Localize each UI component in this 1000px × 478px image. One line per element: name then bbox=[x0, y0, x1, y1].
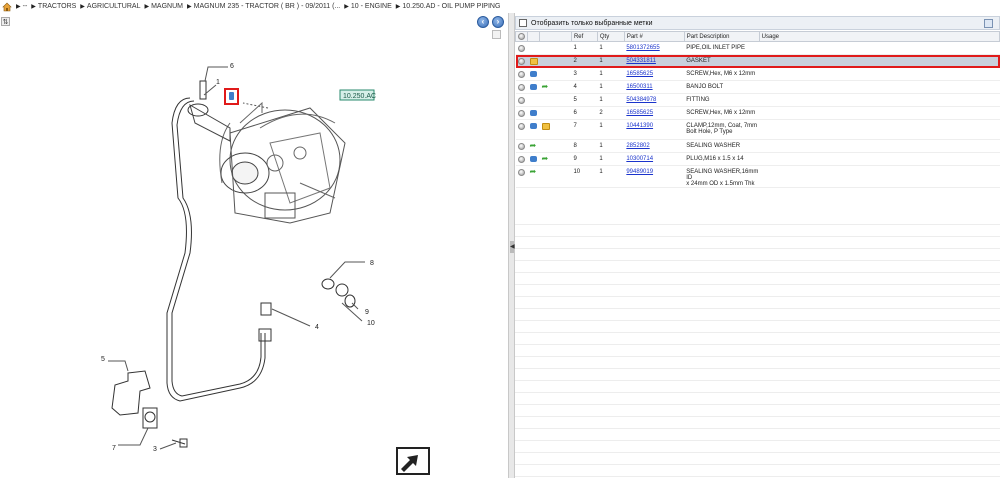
breadcrumb-item-engine[interactable]: ▶ 10 - ENGINE bbox=[344, 3, 391, 10]
collapse-arrow-icon[interactable]: ◀ bbox=[510, 241, 515, 253]
select-row-icon[interactable] bbox=[517, 58, 525, 65]
parts-diagram: 10.250.AC 6 1 8 9 10 4 5 7 3 bbox=[101, 63, 376, 453]
header-usage[interactable]: Usage bbox=[758, 31, 1000, 42]
table-row[interactable]: ➦ 9 1 10300714 PLUG,M16 x 1.5 x 14 bbox=[515, 152, 1000, 166]
select-row-icon[interactable] bbox=[517, 110, 525, 117]
kit-box-icon[interactable] bbox=[529, 58, 538, 65]
select-row-icon[interactable] bbox=[517, 143, 525, 150]
part-number-link[interactable]: 5801372655 bbox=[626, 45, 659, 51]
green-arrow-icon[interactable]: ➦ bbox=[530, 142, 538, 150]
empty-table-area bbox=[515, 213, 1000, 478]
breadcrumb-item-oil-pump-piping[interactable]: ▶ 10.250.AD - OIL PUMP PIPING bbox=[396, 3, 501, 10]
home-icon[interactable] bbox=[2, 2, 12, 12]
header-select[interactable] bbox=[515, 31, 528, 42]
table-row[interactable]: 3 1 16585625 SCREW,Hex, M6 x 12mm bbox=[515, 67, 1000, 81]
blue-info-icon[interactable] bbox=[529, 71, 537, 77]
green-arrow-icon[interactable]: ➦ bbox=[530, 168, 538, 176]
select-row-icon[interactable] bbox=[517, 71, 525, 78]
select-row-icon[interactable] bbox=[517, 156, 525, 163]
header-part-number[interactable]: Part # bbox=[623, 31, 685, 42]
part-number-link[interactable]: 504331811 bbox=[626, 58, 656, 64]
show-selected-only-checkbox[interactable] bbox=[519, 19, 527, 27]
part-number-link[interactable]: 504384978 bbox=[626, 97, 656, 103]
blue-info-icon[interactable] bbox=[529, 110, 537, 116]
callout-8: 8 bbox=[370, 260, 374, 267]
select-row-icon[interactable] bbox=[517, 45, 525, 52]
blue-info-icon[interactable] bbox=[529, 123, 537, 129]
table-row-selected[interactable]: 2 1 504331811 GASKET bbox=[515, 54, 1000, 68]
gasket-icon bbox=[229, 92, 234, 100]
grid-settings-icon[interactable] bbox=[984, 19, 993, 28]
panel-splitter[interactable]: ◀ bbox=[508, 13, 515, 478]
header-qty[interactable]: Qty bbox=[596, 31, 625, 42]
breadcrumb-item-model[interactable]: ▶ MAGNUM 235 - TRACTOR ( BR ) - 09/2011 (… bbox=[187, 3, 340, 10]
callout-9: 9 bbox=[365, 309, 369, 316]
table-header-row: Ref Qty Part # Part Description Usage bbox=[515, 31, 1000, 42]
part-number-link[interactable]: 10441390 bbox=[626, 123, 653, 129]
breadcrumb-item-root[interactable]: ▶ -- bbox=[16, 3, 27, 10]
select-row-icon[interactable] bbox=[517, 123, 525, 130]
export-icon[interactable] bbox=[396, 447, 430, 475]
callout-5: 5 bbox=[101, 356, 105, 363]
table-row[interactable]: 5 1 504384978 FITTING bbox=[515, 93, 1000, 107]
kit-box-icon[interactable] bbox=[541, 123, 550, 130]
callout-4: 4 bbox=[315, 324, 319, 331]
select-all-icon bbox=[518, 32, 525, 40]
part-number-link[interactable]: 10300714 bbox=[626, 156, 653, 162]
blue-info-icon[interactable] bbox=[529, 156, 537, 162]
parts-table: Ref Qty Part # Part Description Usage 1 … bbox=[515, 31, 1000, 188]
turbocharger-illustration bbox=[219, 101, 346, 224]
callout-6: 6 bbox=[230, 63, 234, 70]
header-ref[interactable]: Ref bbox=[570, 31, 598, 42]
part-number-link[interactable]: 99489019 bbox=[626, 169, 653, 175]
part-number-link[interactable]: 16585625 bbox=[626, 110, 653, 116]
table-row[interactable]: ➦ 8 1 2852802 SEALING WASHER bbox=[515, 139, 1000, 153]
part-number-link[interactable]: 16585625 bbox=[626, 71, 653, 77]
header-blank-2 bbox=[539, 31, 572, 42]
select-row-icon[interactable] bbox=[517, 84, 525, 91]
show-selected-only-label: Отобразить только выбранные метки bbox=[531, 19, 653, 27]
breadcrumb: ▶ -- ▶ TRACTORS ▶ AGRICULTURAL ▶ MAGNUM ▶ MAG… bbox=[0, 0, 1000, 13]
green-arrow-icon[interactable]: ➦ bbox=[542, 155, 550, 163]
part-number-link[interactable]: 16500311 bbox=[626, 84, 652, 90]
callout-3: 3 bbox=[153, 446, 157, 453]
breadcrumb-item-agricultural[interactable]: ▶ AGRICULTURAL bbox=[80, 3, 140, 10]
table-row[interactable]: ➦ 4 1 16500311 BANJO BOLT bbox=[515, 80, 1000, 94]
table-row[interactable]: 1 1 5801372655 PIPE,OIL INLET PIPE bbox=[515, 41, 1000, 55]
diagram-panel: ⇅ ‹ › 10.250.AC 6 1 8 9 10 4 5 7 3 bbox=[0, 13, 508, 478]
breadcrumb-item-magnum[interactable]: ▶ MAGNUM bbox=[144, 3, 183, 10]
callout-10: 10 bbox=[367, 320, 375, 327]
reference-box-label: 10.250.AC bbox=[343, 93, 376, 100]
callout-7: 7 bbox=[112, 445, 116, 452]
header-blank-1 bbox=[527, 31, 540, 42]
table-row[interactable]: 7 1 10441390 CLAMP,12mm, Coat, 7mm Bolt H… bbox=[515, 119, 1000, 140]
select-row-icon[interactable] bbox=[517, 97, 525, 104]
filter-bar: Отобразить только выбранные метки bbox=[515, 16, 1000, 30]
select-row-icon[interactable] bbox=[517, 169, 525, 176]
blue-info-icon[interactable] bbox=[529, 84, 537, 90]
parts-list-panel: Отобразить только выбранные метки Ref Qt… bbox=[515, 13, 1000, 478]
green-arrow-icon[interactable]: ➦ bbox=[542, 83, 550, 91]
table-row[interactable]: 6 2 16585625 SCREW,Hex, M6 x 12mm bbox=[515, 106, 1000, 120]
part-number-link[interactable]: 2852802 bbox=[626, 143, 649, 149]
breadcrumb-item-tractors[interactable]: ▶ TRACTORS bbox=[31, 3, 76, 10]
header-part-description[interactable]: Part Description bbox=[683, 31, 760, 42]
table-row[interactable]: ➦ 10 1 99489019 SEALING WASHER,16mm ID x … bbox=[515, 165, 1000, 188]
callout-1: 1 bbox=[216, 79, 220, 86]
